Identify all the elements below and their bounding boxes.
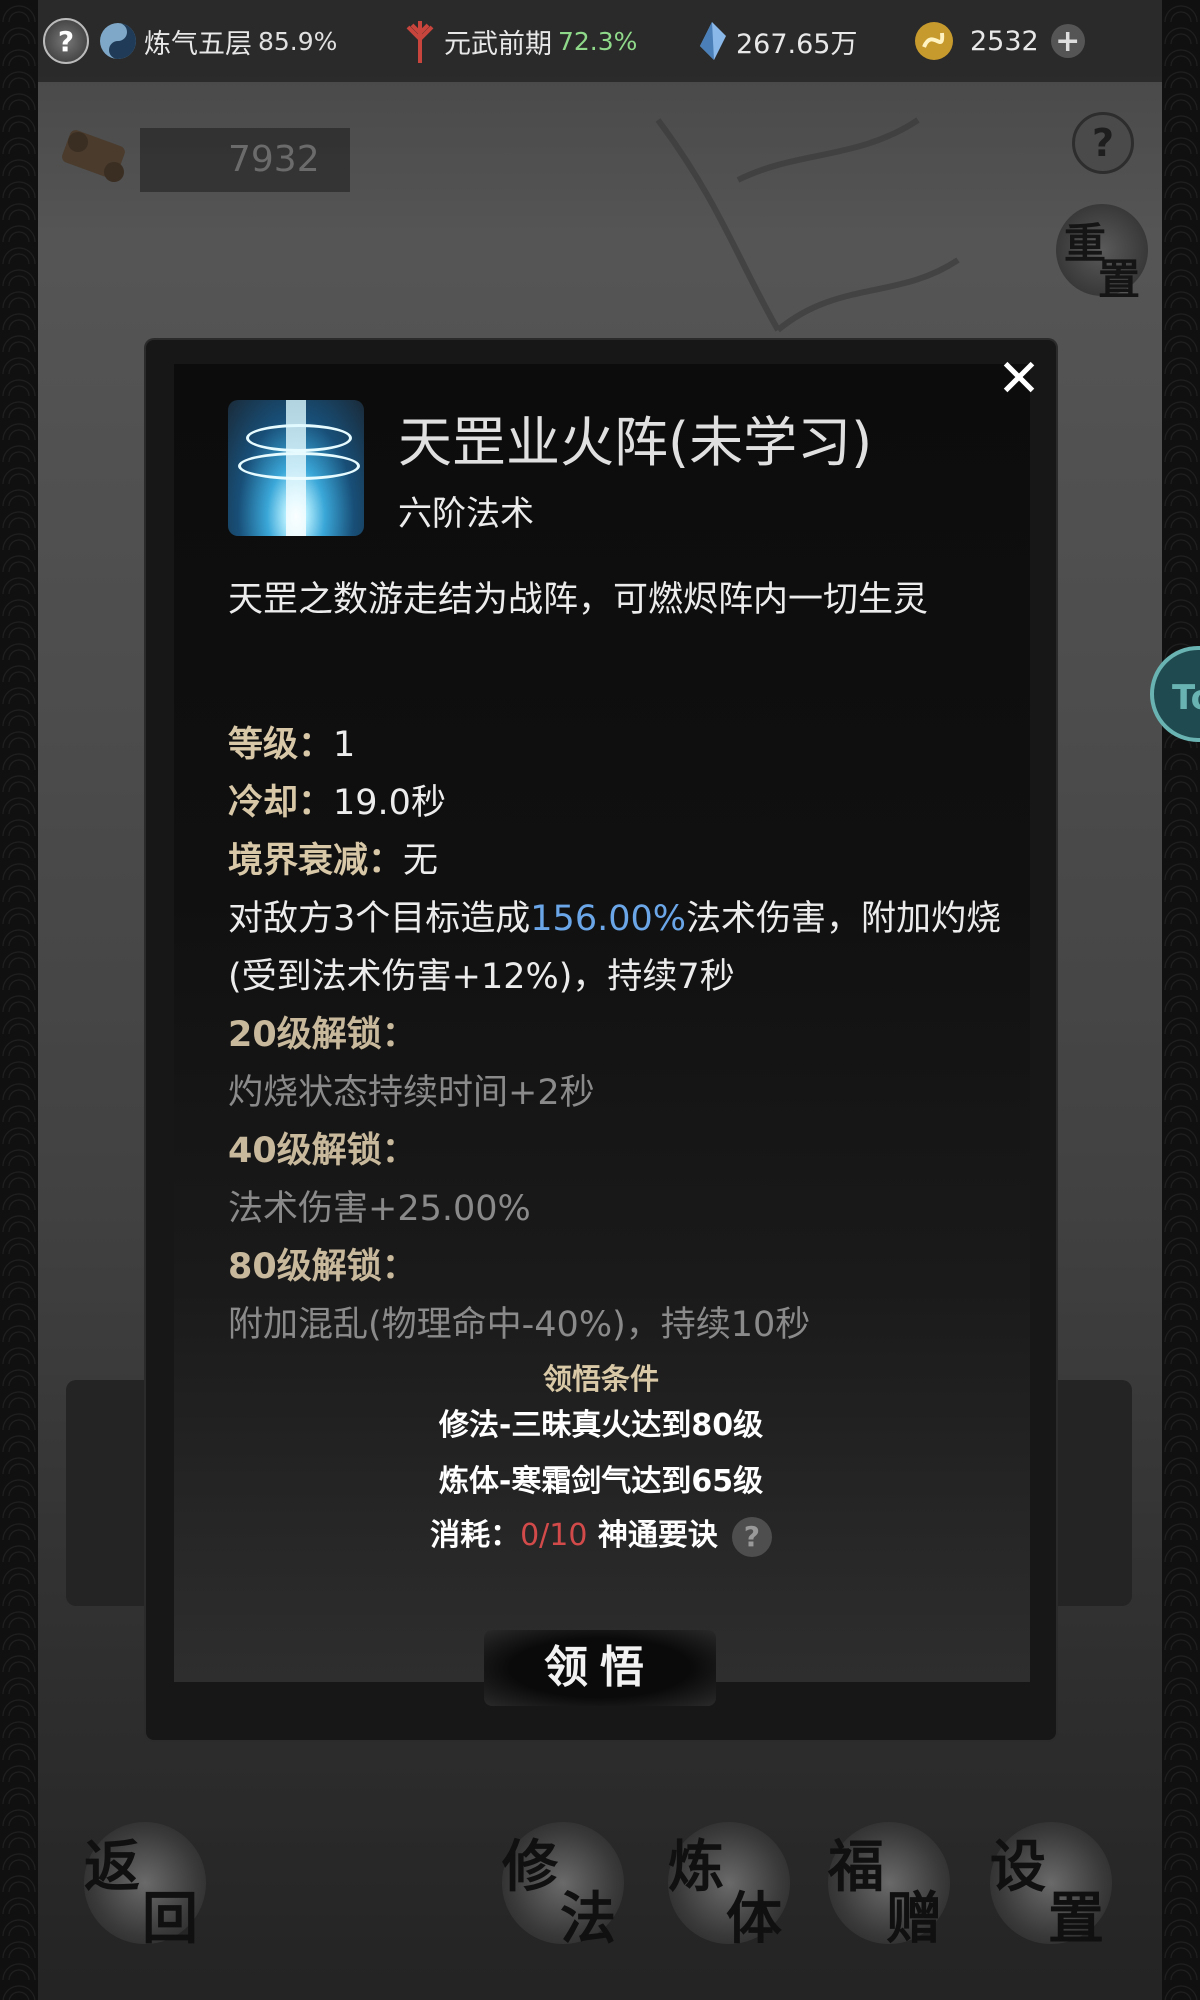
decay-label: 境界衰减： — [228, 841, 404, 881]
currency-value: 2532 — [970, 25, 1039, 57]
cultivate-button[interactable]: 修 法 — [502, 1822, 624, 1952]
unlock80-label: 80级解锁： — [228, 1247, 417, 1287]
unlock20-text: 灼烧状态持续时间+2秒 — [228, 1073, 595, 1113]
gold-coin-icon — [915, 22, 953, 60]
question-icon: ? — [43, 18, 89, 64]
cooldown-label: 冷却： — [228, 783, 334, 823]
reset-char-2: 置 — [1098, 255, 1141, 304]
unlock80-text: 附加混乱(物理命中-40%)，持续10秒 — [228, 1305, 811, 1345]
crystal-icon — [700, 22, 726, 60]
help-button[interactable]: ? — [43, 0, 89, 82]
effect-percent: 156.00% — [530, 899, 687, 939]
skill-icon — [228, 400, 364, 536]
effect-pre: 对敌方3个目标造成 — [228, 899, 531, 939]
condition-title: 领悟条件 — [542, 1362, 659, 1396]
resource-bar: ? 炼气五层 85.9% 元武前期 72.3% 267.65万 2532 + — [38, 0, 1162, 82]
scroll-counter: 7932 — [50, 120, 350, 192]
unlock40-text: 法术伤害+25.00% — [228, 1189, 531, 1229]
gift-char-2: 赠 — [886, 1886, 942, 1952]
scroll-icon — [62, 130, 125, 182]
unlock20-label: 20级解锁： — [228, 1015, 417, 1055]
trident-icon — [406, 21, 434, 63]
spirit-stone-value: 267.65万 — [736, 28, 858, 60]
body-char-2: 体 — [726, 1886, 782, 1952]
martial-percent: 72.3% — [558, 26, 638, 56]
level-label: 等级： — [228, 725, 334, 765]
page-help-button[interactable]: ? — [1072, 112, 1134, 174]
back-char-2: 回 — [142, 1886, 198, 1952]
body-char-1: 炼 — [668, 1834, 724, 1900]
skill-stats: 等级：1 冷却：19.0秒 境界衰减：无 对敌方3个目标造成156.00%法术伤… — [228, 716, 1008, 1354]
settings-button[interactable]: 设 置 — [990, 1822, 1112, 1952]
effect-text: 对敌方3个目标造成156.00%法术伤害，附加灼烧(受到法术伤害+12%)，持续… — [228, 890, 1008, 1006]
settings-char-1: 设 — [990, 1834, 1046, 1900]
cultivate-char-1: 修 — [502, 1834, 558, 1900]
cooldown-value: 19.0秒 — [333, 783, 446, 823]
cultivate-char-2: 法 — [560, 1886, 616, 1952]
taiji-icon — [100, 23, 136, 59]
gift-button[interactable]: 福 赠 — [828, 1822, 950, 1952]
martial-label: 元武前期 — [444, 28, 552, 60]
condition-2: 炼体-寒霜剑气达到65级 — [438, 1464, 764, 1499]
level-value: 1 — [333, 725, 356, 765]
cost-row: 消耗：0/10 神通要诀? — [146, 1510, 1056, 1557]
close-button[interactable]: ✕ — [996, 353, 1042, 405]
back-button[interactable]: 返 回 — [84, 1822, 206, 1952]
martial-progress: 元武前期 72.3% — [402, 0, 637, 82]
cooldown-row: 冷却：19.0秒 — [228, 774, 1008, 832]
scroll-count-value: 7932 — [140, 128, 350, 192]
gift-char-1: 福 — [828, 1834, 884, 1900]
cost-help-icon[interactable]: ? — [731, 1516, 772, 1557]
currency-count: 2532 + — [912, 0, 1085, 82]
skill-icon-beam — [286, 400, 306, 536]
cost-item: 神通要诀 — [597, 1518, 718, 1553]
cost-value: 0/10 — [520, 1518, 588, 1553]
reset-button[interactable]: 重 置 — [1056, 204, 1148, 304]
condition-1: 修法-三昧真火达到80级 — [438, 1408, 764, 1443]
back-char-1: 返 — [84, 1834, 140, 1900]
realm-percent: 85.9% — [258, 26, 338, 56]
body-refine-button[interactable]: 炼 体 — [668, 1822, 790, 1952]
add-currency-button[interactable]: + — [1050, 24, 1085, 59]
unlock40-label: 40级解锁： — [228, 1131, 417, 1171]
skill-description: 天罡之数游走结为战阵，可燃烬阵内一切生灵 — [228, 580, 929, 620]
realm-label: 炼气五层 — [144, 28, 252, 60]
settings-char-2: 置 — [1048, 1886, 1104, 1952]
decay-value: 无 — [403, 841, 439, 881]
level-row: 等级：1 — [228, 716, 1008, 774]
skill-type: 六阶法术 — [398, 494, 534, 534]
spirit-stone-count: 267.65万 — [696, 0, 857, 82]
decay-row: 境界衰减：无 — [228, 832, 1008, 890]
learn-button[interactable]: 领悟 — [484, 1630, 716, 1706]
skill-title: 天罡业火阵(未学习) — [398, 411, 873, 474]
cost-label: 消耗： — [430, 1518, 521, 1553]
realm-progress: 炼气五层 85.9% — [98, 0, 337, 82]
